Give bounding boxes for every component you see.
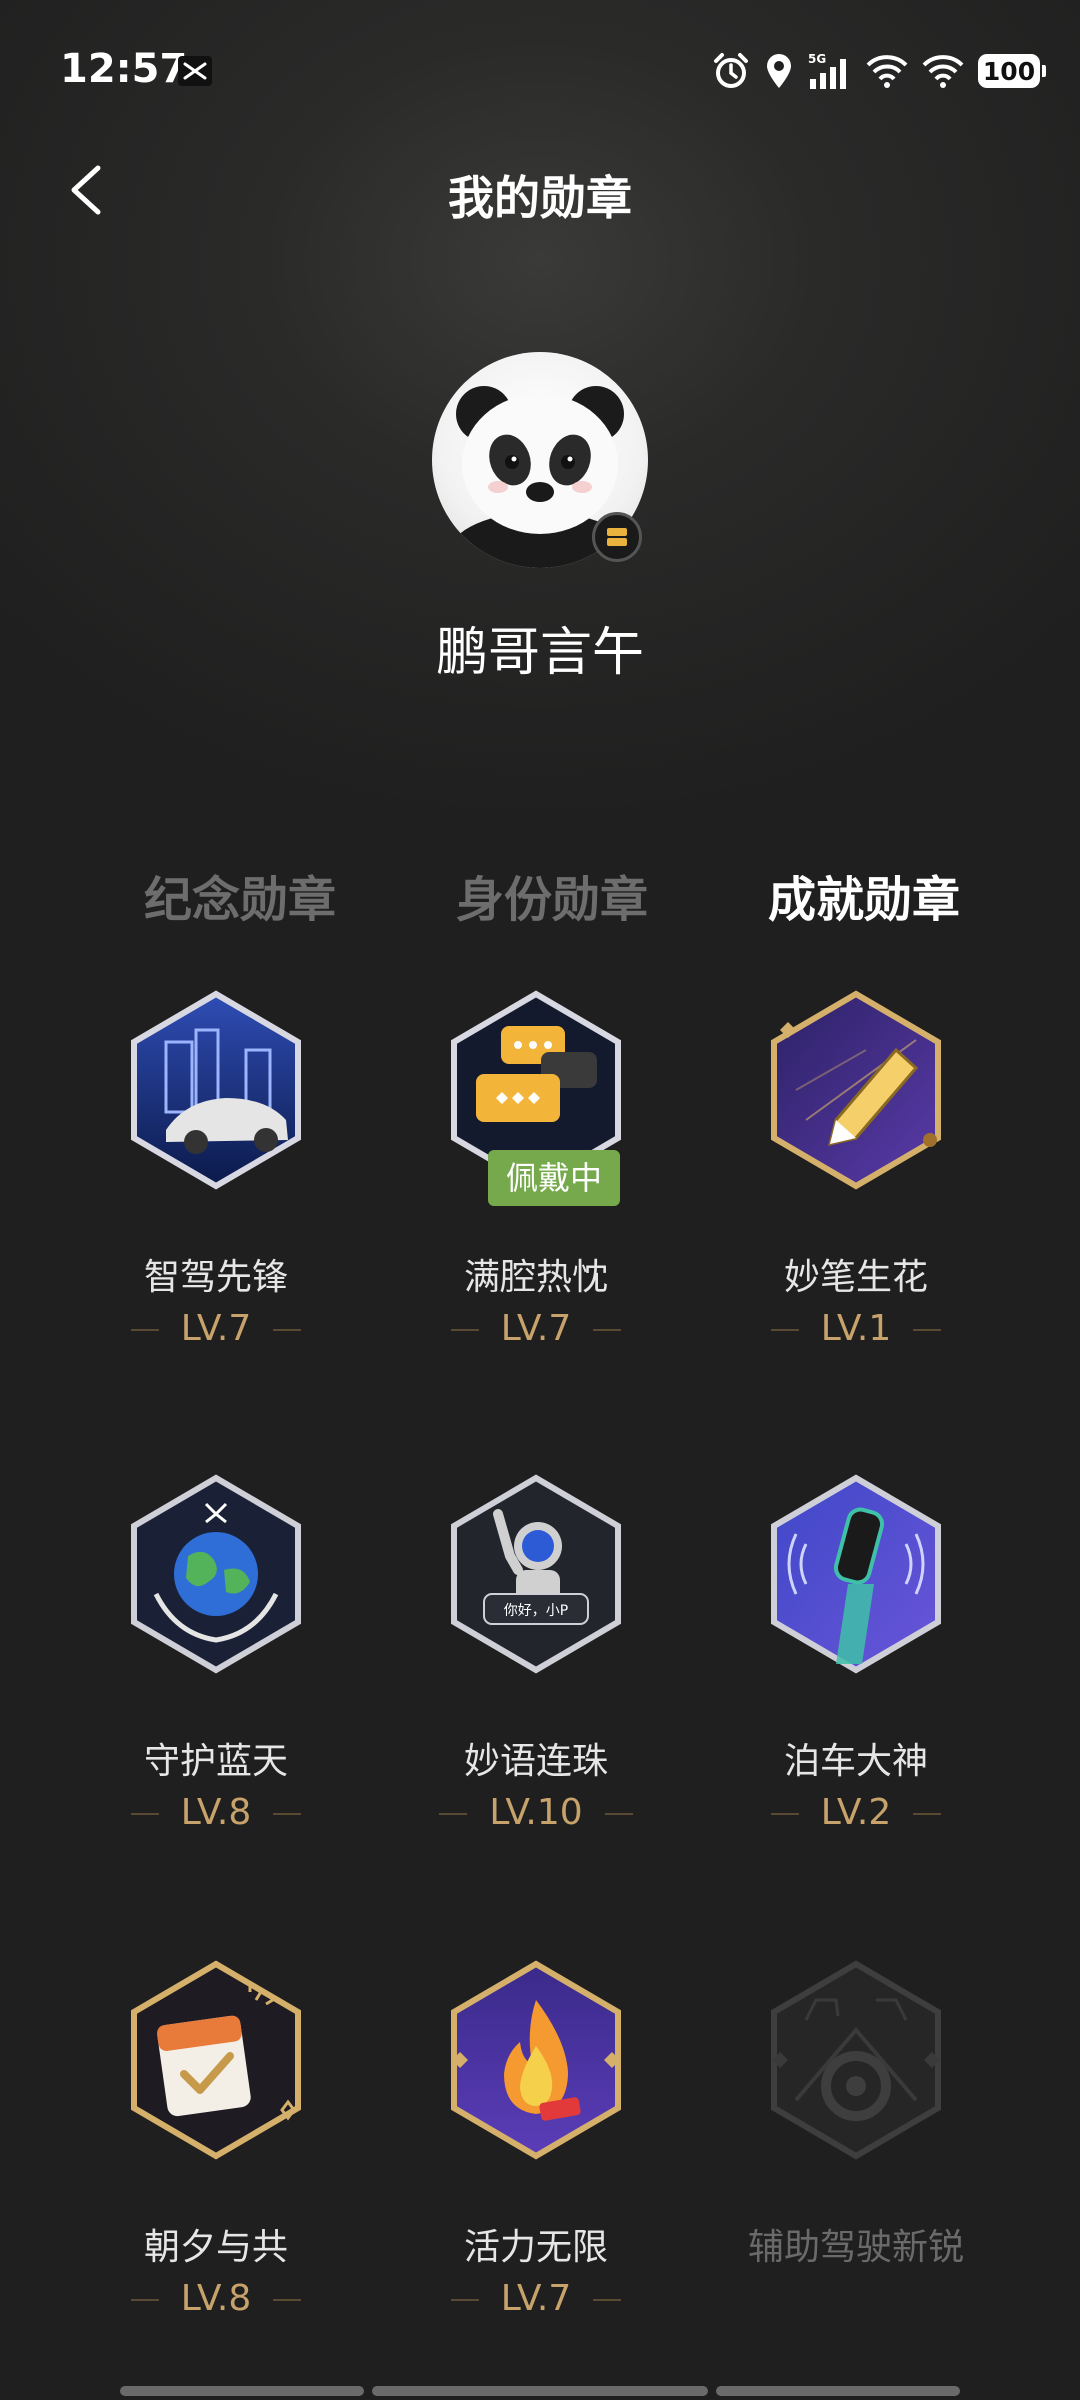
- alarm-icon: [714, 53, 748, 88]
- badge-item-parking[interactable]: 泊车大神 LV.2: [696, 1474, 1016, 1894]
- wifi-icon: [922, 55, 964, 88]
- badge-item-eloquence[interactable]: 你好，小P 妙语连珠 LV.10: [376, 1474, 696, 1894]
- badge-level: LV.1: [696, 1308, 1016, 1349]
- tab-identity[interactable]: 身份勋章: [402, 860, 702, 930]
- pencil-icon: [771, 990, 941, 1190]
- flame-icon: [451, 1960, 621, 2160]
- earth-hands-icon: [131, 1474, 301, 1674]
- badge-item-vitality[interactable]: 活力无限 LV.7: [376, 1960, 696, 2380]
- tab-achievement[interactable]: 成就勋章: [714, 860, 1014, 930]
- badge-name: 满腔热忱: [463, 1257, 608, 1298]
- status-bar: 12:57 5G 100: [0, 0, 1080, 140]
- scroll-indicator-segment: [120, 2386, 364, 2396]
- badge-level: LV.2: [696, 1792, 1016, 1833]
- badge-tabs: 纪念勋章 身份勋章 成就勋章: [0, 860, 1080, 930]
- wifi-icon: [866, 55, 908, 88]
- badge-name: 活力无限: [463, 2227, 608, 2268]
- wearing-badge: 佩戴中: [488, 1150, 620, 1206]
- city-car-icon: [131, 990, 301, 1190]
- steering-wheel-icon: [771, 1960, 941, 2160]
- tab-commemorative[interactable]: 纪念勋章: [90, 860, 390, 930]
- scroll-indicator-segment: [372, 2386, 708, 2396]
- badge-item-writing[interactable]: 妙笔生花 LV.1: [696, 990, 1016, 1410]
- badge-name: 妙笔生花: [783, 1257, 928, 1298]
- status-time: 12:57: [60, 46, 188, 92]
- signal-icon: 5G: [808, 52, 846, 89]
- network-label: 5G: [808, 52, 826, 66]
- badge-level: LV.8: [56, 2278, 376, 2319]
- badge-level: LV.7: [56, 1308, 376, 1349]
- battery-icon: 100: [978, 54, 1046, 88]
- scissors-icon: [178, 56, 212, 86]
- badge-level: LV.10: [376, 1792, 696, 1833]
- badge-level: LV.7: [376, 2278, 696, 2319]
- badge-level: LV.8: [56, 1792, 376, 1833]
- badge-item-enthusiasm[interactable]: 佩戴中 满腔热忱 LV.7: [376, 990, 696, 1410]
- badge-item-assisted-driving[interactable]: 辅助驾驶新锐: [696, 1960, 1016, 2380]
- calendar-check-icon: [131, 1960, 301, 2160]
- header: 我的勋章: [0, 140, 1080, 240]
- badge-name: 泊车大神: [783, 1741, 928, 1782]
- badge-level: LV.7: [376, 1308, 696, 1349]
- badge-name: 辅助驾驶新锐: [747, 2227, 964, 2268]
- badge-name: 妙语连珠: [463, 1741, 608, 1782]
- badge-name: 智驾先锋: [143, 1257, 288, 1298]
- astronaut-icon: 你好，小P: [451, 1474, 621, 1674]
- badge-name: 守护蓝天: [143, 1741, 288, 1782]
- badge-item-smart-driving[interactable]: 智驾先锋 LV.7: [56, 990, 376, 1410]
- page-title: 我的勋章: [448, 171, 632, 225]
- badge-item-protect-sky[interactable]: 守护蓝天 LV.8: [56, 1474, 376, 1894]
- avatar-badge-icon: [592, 512, 642, 562]
- badge-item-together[interactable]: 朝夕与共 LV.8: [56, 1960, 376, 2380]
- avatar[interactable]: [432, 352, 648, 568]
- battery-level: 100: [982, 56, 1036, 86]
- user-name: 鹏哥言午: [435, 623, 644, 683]
- parking-car-icon: [771, 1474, 941, 1674]
- badge-icon-text: 你好，小P: [504, 1603, 568, 1619]
- status-icons: 5G 100: [712, 48, 1046, 94]
- location-icon: [767, 54, 791, 88]
- scroll-indicator-segment: [716, 2386, 960, 2396]
- badge-name: 朝夕与共: [143, 2227, 288, 2268]
